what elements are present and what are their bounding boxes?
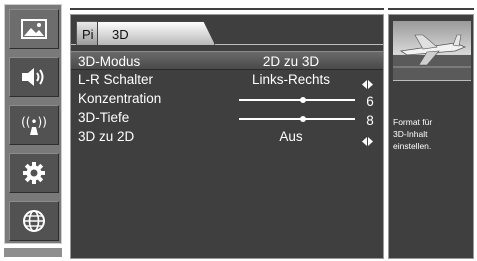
- wireless-signal-icon: ((•)): [21, 114, 47, 136]
- settings-list: 3D-Modus 2D zu 3D L-R Schalter Links-Rec…: [71, 51, 383, 146]
- sidebar-item-settings[interactable]: [9, 153, 59, 193]
- panel-top-rule: [70, 8, 384, 10]
- slider-knob[interactable]: [300, 116, 306, 122]
- row-value: Aus: [279, 129, 303, 144]
- tv-osd-screen: ((•)) Pi 3D 3D-Modus 2D zu 3D L-R Schalt…: [0, 0, 477, 261]
- left-right-arrows-icon[interactable]: [362, 132, 373, 146]
- tab-3d[interactable]: 3D: [97, 21, 215, 45]
- row-3d-to-2d[interactable]: 3D zu 2D Aus: [71, 127, 383, 146]
- settings-panel: Pi 3D 3D-Modus 2D zu 3D L-R Schalter Lin…: [70, 14, 384, 259]
- row-label: 3D zu 2D: [78, 129, 135, 144]
- row-3d-depth[interactable]: 3D-Tiefe 8: [71, 108, 383, 128]
- sidebar-item-picture[interactable]: [9, 9, 59, 49]
- info-panel: Format für 3D-Inhalt einstellen.: [388, 14, 474, 259]
- airplane-preview-image: [393, 21, 471, 81]
- help-text-line: 3D-Inhalt: [393, 129, 428, 139]
- svg-text:((•)): ((•)): [21, 115, 47, 129]
- row-lr-switch[interactable]: L-R Schalter Links-Rechts: [71, 70, 383, 89]
- row-label: 3D-Modus: [78, 54, 141, 69]
- row-concentration[interactable]: Konzentration 6: [71, 89, 383, 109]
- concentration-slider[interactable]: [239, 97, 355, 103]
- tab-bar: Pi 3D: [71, 15, 383, 45]
- left-right-arrows-icon[interactable]: [362, 75, 373, 89]
- help-text: Format für 3D-Inhalt einstellen.: [393, 116, 473, 152]
- info-top-rule: [388, 8, 474, 10]
- row-value: 2D zu 3D: [262, 54, 320, 69]
- depth-slider[interactable]: [239, 116, 355, 122]
- sidebar-footer: [4, 248, 62, 257]
- help-text-line: einstellen.: [393, 141, 432, 151]
- row-label: Konzentration: [78, 91, 162, 106]
- speaker-icon: [20, 66, 48, 88]
- help-text-line: Format für: [393, 117, 433, 127]
- sidebar-item-network[interactable]: ((•)): [9, 105, 59, 145]
- slider-knob[interactable]: [300, 97, 306, 103]
- sidebar-item-language[interactable]: [9, 201, 59, 241]
- globe-icon: [22, 209, 46, 233]
- picture-icon: [21, 19, 47, 39]
- row-label: L-R Schalter: [78, 72, 154, 87]
- category-sidebar: ((•)): [4, 4, 62, 244]
- sidebar-item-sound[interactable]: [9, 57, 59, 97]
- row-3d-mode[interactable]: 3D-Modus 2D zu 3D: [71, 51, 383, 70]
- gear-icon: [22, 161, 46, 185]
- row-label: 3D-Tiefe: [78, 110, 130, 125]
- row-value: Links-Rechts: [251, 72, 331, 87]
